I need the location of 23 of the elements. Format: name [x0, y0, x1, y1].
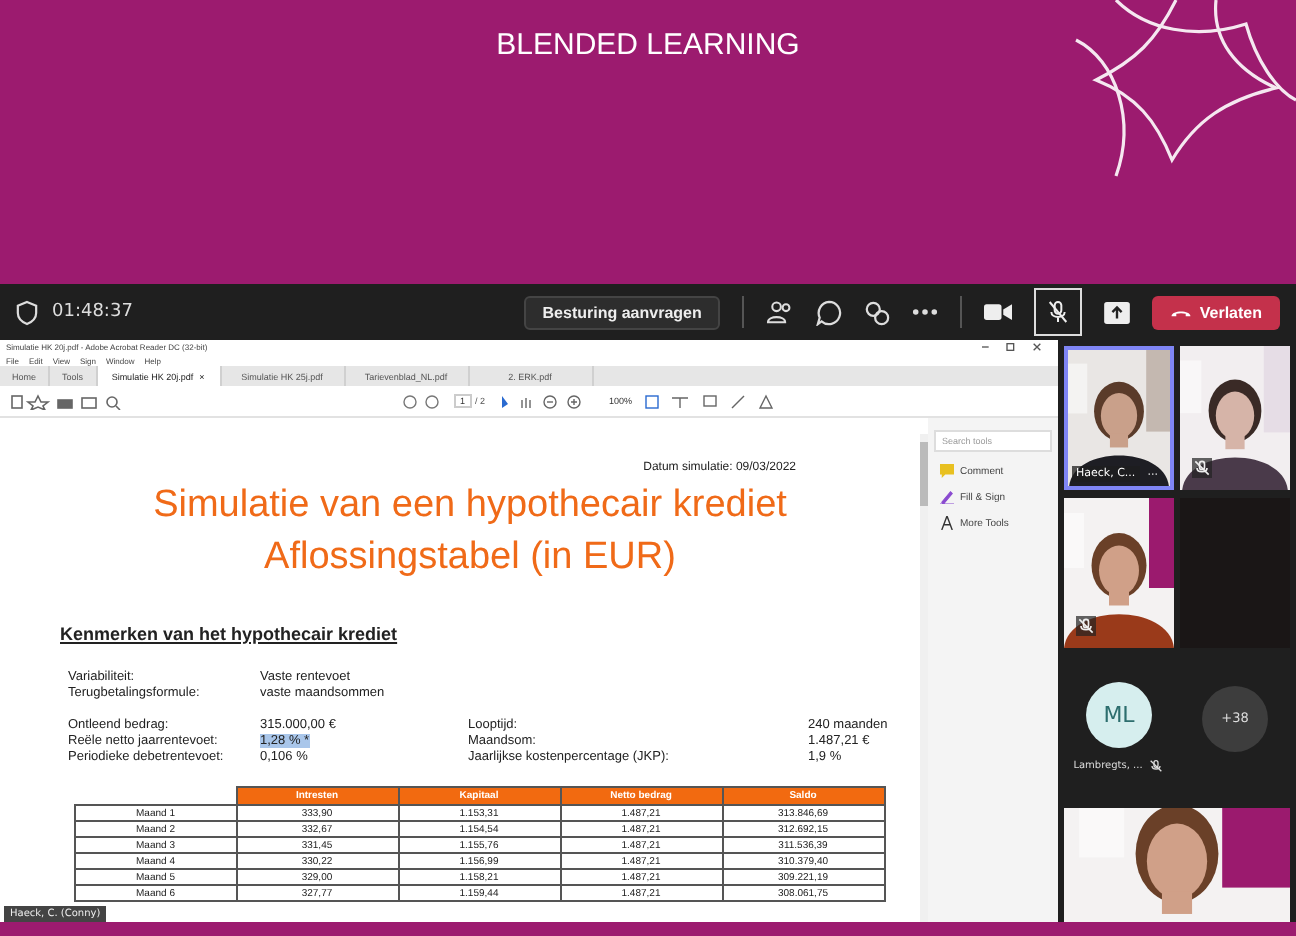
more-icon[interactable] [911, 308, 938, 316]
document-title: Simulatie van een hypothecair krediet [151, 482, 789, 528]
tools-icon [940, 516, 954, 530]
request-control-button[interactable]: Besturing aanvragen [524, 295, 720, 329]
microphone-muted-icon [1047, 300, 1068, 324]
toolbar-icons-drawing[interactable] [10, 393, 126, 409]
pen-icon [940, 490, 954, 504]
share-screen-icon[interactable] [1103, 301, 1130, 323]
comment-icon [940, 464, 954, 478]
leave-button[interactable]: Verlaten [1151, 295, 1280, 329]
meeting-timer: 01:48:37 [52, 302, 133, 322]
chat-icon[interactable] [815, 299, 842, 325]
camera-icon[interactable] [983, 302, 1012, 322]
document-title: Aflossingstabel (in EUR) [262, 534, 678, 580]
banner-title: BLENDED LEARNING [496, 28, 800, 64]
phone-icon [1169, 307, 1192, 317]
page-nav-icons-drawing[interactable] [401, 393, 442, 409]
reactions-icon[interactable] [863, 299, 890, 325]
avatar[interactable]: ML [1086, 682, 1152, 748]
section-heading: Kenmerken van het hypothecair krediet [60, 624, 400, 644]
microphone-button[interactable] [1033, 288, 1082, 336]
shield-icon [16, 299, 38, 325]
people-icon[interactable] [765, 300, 794, 324]
